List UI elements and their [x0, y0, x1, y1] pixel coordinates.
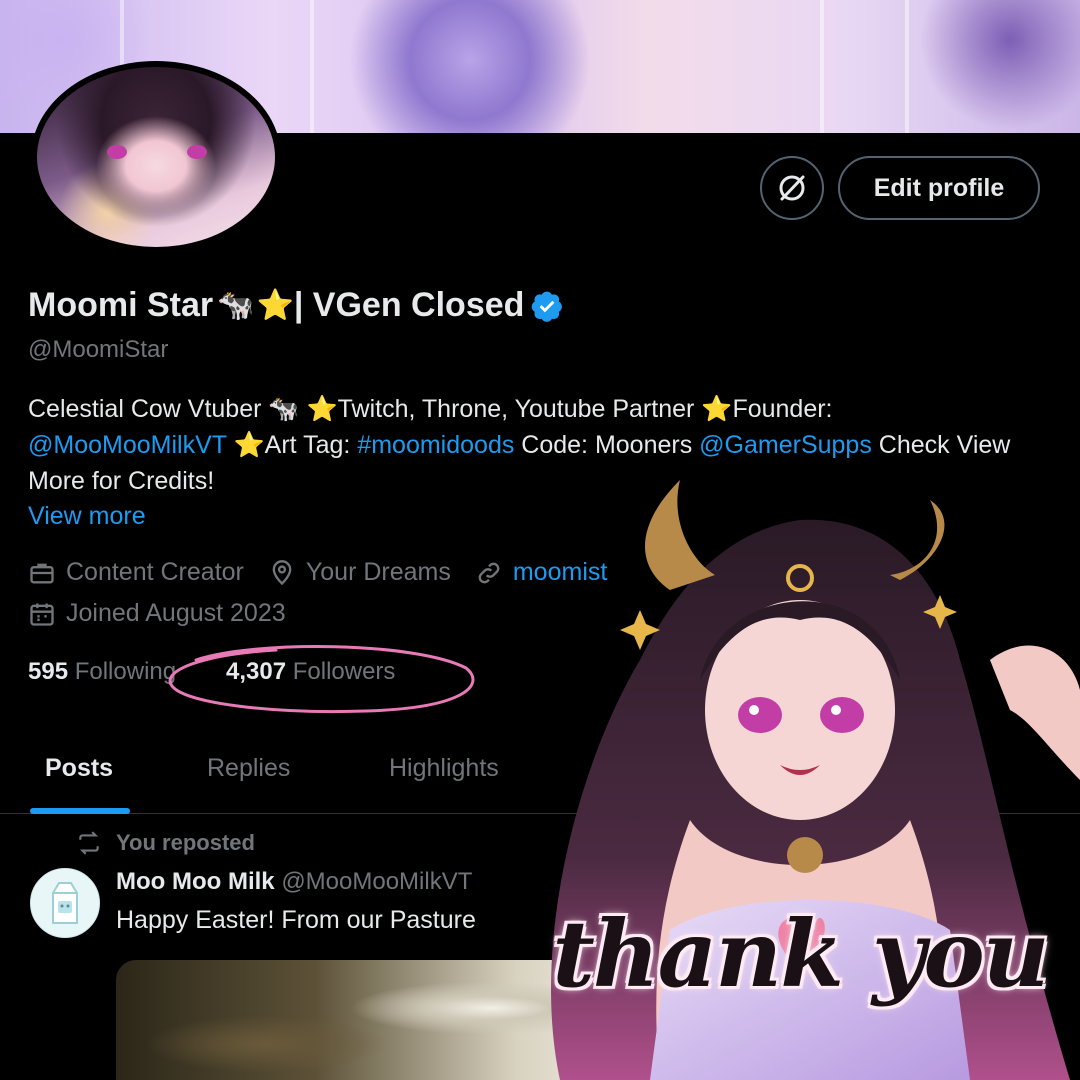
profile-avatar[interactable]	[31, 61, 281, 253]
following-stat[interactable]: 595 Following	[28, 658, 176, 686]
category-item: Content Creator	[28, 558, 244, 587]
display-name: Moomi Star 🐄 ⭐ | VGen Closed	[28, 286, 564, 325]
edit-profile-button[interactable]: Edit profile	[838, 156, 1040, 220]
post-author-avatar[interactable]	[30, 868, 100, 938]
tab-posts[interactable]: Posts	[45, 754, 113, 783]
repost-indicator: You reposted	[76, 830, 255, 856]
post-author[interactable]: Moo Moo Milk @MooMooMilkVT	[116, 868, 472, 896]
verified-badge-icon	[532, 291, 563, 322]
highlight-circle	[168, 645, 475, 714]
cow-emoji: 🐄	[217, 289, 255, 322]
tab-replies[interactable]: Replies	[207, 754, 290, 783]
active-tab-indicator	[30, 808, 130, 814]
calendar-icon	[30, 603, 54, 626]
bio-hashtag[interactable]: #moomidoods	[357, 431, 514, 459]
joined-item: Joined August 2023	[28, 599, 286, 628]
milk-carton-icon	[52, 882, 78, 924]
bio-mention-gamersupps[interactable]: @GamerSupps	[699, 431, 872, 459]
location-pin-icon	[272, 559, 292, 585]
post-text: Happy Easter! From our Pasture	[116, 906, 476, 934]
thank-you-text: thank you	[552, 900, 1049, 1008]
repost-icon	[79, 831, 99, 855]
bio-mention-moomoomilk[interactable]: @MooMooMilkVT	[28, 431, 227, 459]
grok-icon	[779, 175, 805, 201]
star-emoji: ⭐	[256, 289, 294, 322]
grok-analyze-button[interactable]	[760, 156, 824, 220]
location-item: Your Dreams	[268, 558, 451, 587]
briefcase-icon	[30, 563, 54, 583]
profile-handle: @MoomiStar	[28, 336, 169, 363]
view-more-link[interactable]: View more	[28, 502, 146, 531]
